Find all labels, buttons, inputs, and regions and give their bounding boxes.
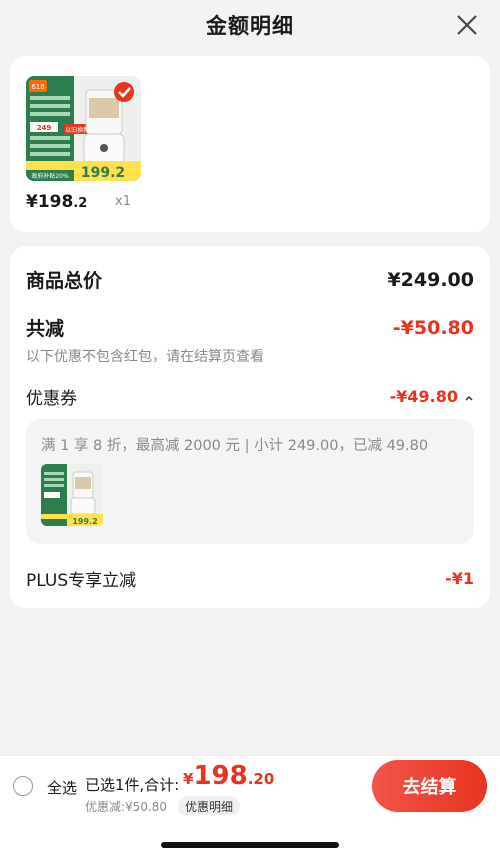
select-all-radio[interactable] bbox=[13, 776, 33, 796]
product-quantity: x1 bbox=[115, 194, 131, 209]
discount-detail-button[interactable]: 优惠明细 bbox=[178, 796, 241, 817]
coupon-description: 满 1 享 8 折，最高减 2000 元 | 小计 249.00，已减 49.8… bbox=[41, 438, 429, 454]
coupon-detail-box: 满 1 享 8 折，最高减 2000 元 | 小计 249.00，已减 49.8… bbox=[26, 419, 474, 544]
sheet-title: 金额明细 bbox=[206, 14, 294, 38]
coupon-row[interactable]: 优惠券 -¥49.80 bbox=[26, 384, 474, 409]
svg-text:618: 618 bbox=[31, 83, 44, 91]
plus-value: -¥1 bbox=[445, 569, 474, 588]
coupon-value-wrap[interactable]: -¥49.80 bbox=[390, 387, 474, 406]
discount-text: 优惠减:¥50.80 bbox=[85, 800, 168, 814]
total-value: ¥249.00 bbox=[387, 268, 474, 291]
reduce-note: 以下优惠不包含红包，请在结算页查看 bbox=[26, 349, 264, 365]
coupon-label: 优惠券 bbox=[26, 389, 77, 409]
home-bar bbox=[0, 815, 500, 859]
select-all-label[interactable]: 全选 bbox=[47, 777, 77, 798]
price-summary-card: 商品总价 ¥249.00 共减 -¥50.80 以下优惠不包含红包，请在结算页查… bbox=[10, 246, 490, 608]
reduce-label: 共减 bbox=[26, 318, 65, 340]
chevron-up-icon[interactable] bbox=[464, 393, 474, 403]
coupon-product-thumbnail: 199.2 bbox=[41, 464, 103, 526]
product-unit-price: ¥198.2 bbox=[26, 192, 88, 212]
checkout-button[interactable]: 去结算 bbox=[372, 760, 487, 812]
plus-row: PLUS专享立减 -¥1 bbox=[26, 566, 474, 591]
total-row: 商品总价 ¥249.00 bbox=[26, 266, 474, 293]
product-card: 618 249 以旧换新立减5元 政府补贴20% 199.2 ¥198.2 x1 bbox=[10, 56, 490, 232]
close-icon[interactable] bbox=[454, 12, 480, 38]
svg-text:249: 249 bbox=[37, 124, 52, 132]
svg-text:199.2: 199.2 bbox=[72, 517, 97, 526]
coupon-value: -¥49.80 bbox=[389, 387, 458, 406]
sheet-header: 金额明细 bbox=[0, 0, 500, 50]
checkout-bar: 全选 已选1件,合计: ¥198.20 优惠减:¥50.80 优惠明细 去结算 bbox=[0, 755, 500, 817]
reduce-value: -¥50.80 bbox=[392, 316, 474, 339]
selected-count-text: 已选1件,合计: bbox=[85, 776, 180, 794]
svg-text:政府补贴20%: 政府补贴20% bbox=[31, 172, 69, 180]
reduce-row: 共减 -¥50.80 bbox=[26, 314, 474, 341]
plus-label: PLUS专享立减 bbox=[26, 571, 137, 591]
home-indicator[interactable] bbox=[161, 842, 339, 848]
total-label: 商品总价 bbox=[26, 270, 103, 292]
svg-text:199.2: 199.2 bbox=[81, 165, 125, 181]
product-thumbnail[interactable]: 618 249 以旧换新立减5元 政府补贴20% 199.2 bbox=[26, 76, 141, 181]
total-amount: ¥198.20 bbox=[183, 761, 275, 791]
